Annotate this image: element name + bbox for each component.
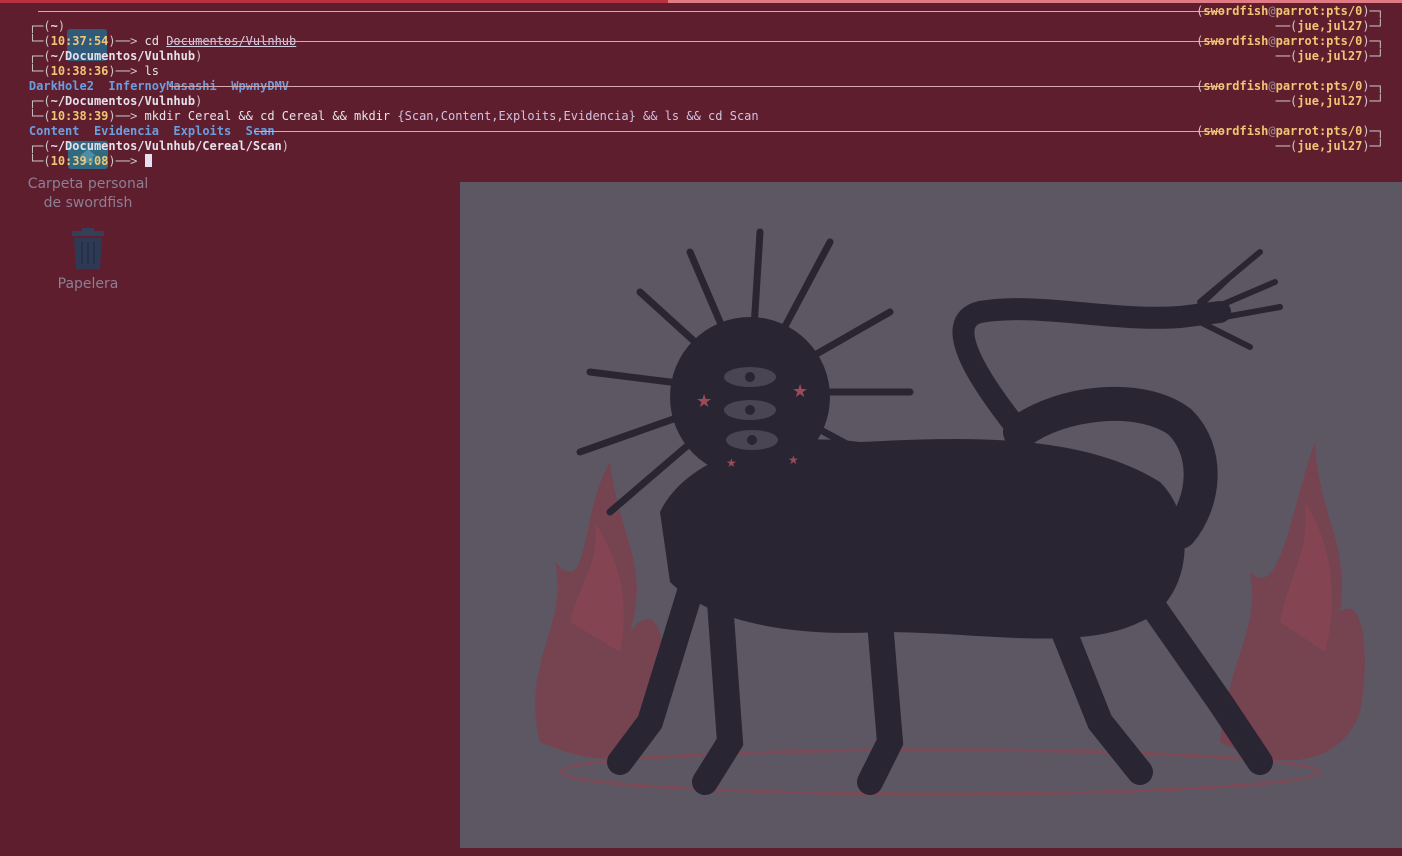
trash-icon <box>72 228 104 269</box>
prompt-header-line: ┌─(~/Documentos/Vulnhub/Cereal/Scan) (sw… <box>28 124 1384 153</box>
svg-text:★: ★ <box>792 381 808 402</box>
home-folder-label: Carpeta personal de swordfish <box>27 176 149 211</box>
prompt-header-line: ┌─(~) (swordfish@parrot:pts/0)─┐ <box>28 4 1384 33</box>
prompt-command-line: └─(10:38:39)──> mkdir Cereal && cd Cerea… <box>28 94 1384 123</box>
user-name: swordfish <box>1203 4 1269 18</box>
wallpaper-artwork: ★ ★ ★ ★ <box>460 182 1402 848</box>
ls-output-line: Content Evidencia Exploits Scan <box>0 109 1402 138</box>
svg-text:★: ★ <box>696 391 712 412</box>
prompt-header-line: ┌─(~/Documentos/Vulnhub) (swordfish@parr… <box>28 79 1384 108</box>
timestamp: 10:39:08 <box>50 154 109 168</box>
text-cursor <box>144 154 152 167</box>
trash-icon-item[interactable]: Papelera <box>38 228 138 294</box>
svg-text:★: ★ <box>788 453 799 467</box>
top-accent-bar <box>0 0 1402 3</box>
terminal-output[interactable]: ┌─(~) (swordfish@parrot:pts/0)─┐ └─(10:3… <box>0 4 1402 168</box>
at-sign: @ <box>1268 4 1276 18</box>
prompt-header-line: ┌─(~/Documentos/Vulnhub) (swordfish@parr… <box>28 34 1384 63</box>
prompt-command-line: └─(10:38:36)──> ls ──(jue,jul27)─┘ <box>28 49 1384 78</box>
prompt-command-line: └─(10:37:54)──> cd Documentos/Vulnhub ──… <box>28 19 1384 48</box>
prompt-input-line[interactable]: └─(10:39:08)──> ──(jue,jul27)─┘ <box>0 139 1402 168</box>
creature-illustration: ★ ★ ★ ★ <box>460 182 1402 848</box>
host-name: parrot:pts/0 <box>1275 4 1363 18</box>
svg-text:★: ★ <box>726 456 737 470</box>
ls-output-line: DarkHole2 InfernoyMasashi WpwnyDMV <box>0 64 1402 93</box>
date: jue,jul27 <box>1297 19 1363 33</box>
trash-label: Papelera <box>57 276 119 292</box>
